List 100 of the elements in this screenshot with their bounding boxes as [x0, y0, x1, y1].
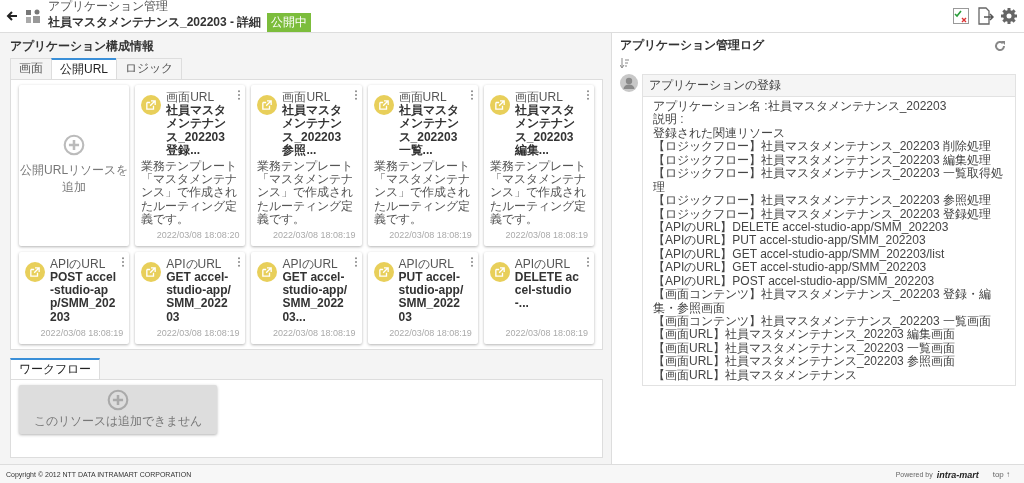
log-line: 説明 : [653, 113, 685, 127]
add-icon [107, 388, 129, 411]
resource-type: APIのURL [166, 257, 223, 272]
export-document-icon[interactable] [976, 7, 994, 25]
log-line: 【ロジックフロー】社員マスタメンテナンス_202203 削除処理 [653, 140, 993, 154]
add-label: 公開URLリソースを追加 [19, 162, 130, 197]
log-title: アプリケーション管理ログ [620, 37, 764, 54]
top-link[interactable]: top ↑ [992, 470, 1010, 479]
log-heading: アプリケーションの登録 [643, 75, 1015, 97]
resource-card[interactable]: APIのURL PUT accel-studio-app/SMM_202203 2022/03/08 18:08:19 [367, 251, 478, 344]
resource-title: 社員マスタメンテナンス_202203 登録... [166, 104, 228, 157]
external-link-icon [257, 95, 278, 115]
page-title: 社員マスタメンテナンス_202203 - 詳細 [48, 15, 262, 30]
kebab-menu-icon[interactable] [353, 256, 358, 267]
logo: intra-mart [936, 469, 979, 480]
kebab-menu-icon[interactable] [237, 90, 242, 100]
resource-date: 2022/03/08 18:08:19 [389, 326, 472, 338]
resource-description: 業務テンプレート「マスタメンテナンス」で作成されたルーティング定義です。 [257, 159, 355, 226]
kebab-menu-icon[interactable] [353, 90, 358, 100]
log-line: 【ロジックフロー】社員マスタメンテナンス_202203 一覧取得処理 [653, 167, 1005, 194]
external-link-icon [489, 261, 510, 282]
log-line: 【APIのURL】GET accel-studio-app/SMM_202203 [653, 261, 927, 275]
resource-date: 2022/03/08 18:08:19 [40, 326, 124, 338]
log-line: 【APIのURL】DELETE accel-studio-app/SMM_202203 [653, 220, 950, 234]
resource-type: 画面URL [398, 91, 448, 104]
check-sheet-icon[interactable] [952, 7, 970, 25]
add-resource-card[interactable]: 公開URLリソースを追加 [19, 85, 130, 246]
resource-title: 社員マスタメンテナンス_202203 編集... [514, 104, 576, 157]
resource-card[interactable]: 画面URL 社員マスタメンテナンス_202203 参照... 業務テンプレート「マスタメンテナンス」で作成されたルーティング定義です。 2022/03/08 18:08:19 [251, 85, 362, 246]
resource-date: 2022/03/08 18:08:19 [505, 326, 588, 338]
resource-type: APIのURL [50, 257, 107, 272]
status-badge: 公開中 [267, 13, 312, 33]
resource-type: 画面URL [166, 91, 216, 104]
resource-card[interactable]: 画面URL 社員マスタメンテナンス_202203 登録... 業務テンプレート「マスタメンテナンス」で作成されたルーティング定義です。 2022/03/08 18:08:20 [135, 85, 246, 246]
log-line: 【画面コンテンツ】社員マスタメンテナンス_202203 登録・編集・参照画面 [653, 288, 993, 315]
external-link-icon [373, 95, 394, 115]
resource-title: POST accel-studio-app/SMM_202203 [50, 271, 118, 324]
resource-type: 画面URL [514, 91, 564, 104]
resource-date: 2022/03/08 18:08:19 [273, 326, 356, 338]
external-link-icon [373, 261, 394, 282]
log-line: 【画面URL】社員マスタメンテナンス_202203 参照画面 [653, 355, 957, 369]
add-label: このリソースは追加できません [34, 412, 202, 430]
log-line: 【画面URL】社員マスタメンテナンス_202203 一覧画面 [653, 341, 957, 355]
tab[interactable]: 画面 [10, 58, 52, 79]
avatar-icon [620, 74, 638, 92]
resource-card[interactable]: APIのURL GET accel-studio-app/SMM_202203... 2022/03/08 18:08:19 [251, 251, 362, 344]
resource-date: 2022/03/08 18:08:19 [156, 326, 240, 338]
resource-card[interactable]: 画面URL 社員マスタメンテナンス_202203 一覧... 業務テンプレート「マスタメンテナンス」で作成されたルーティング定義です。 2022/03/08 18:08:19 [367, 85, 478, 246]
external-link-icon [141, 95, 162, 115]
resource-card[interactable]: APIのURL GET accel-studio-app/SMM_202203 2022/03/08 18:08:19 [135, 251, 246, 344]
kebab-menu-icon[interactable] [237, 256, 242, 267]
kebab-menu-icon[interactable] [121, 256, 126, 267]
resource-title: GET accel-studio-app/SMM_202203... [282, 271, 349, 324]
resource-date: 2022/03/08 18:08:19 [505, 228, 588, 240]
log-line: 【画面コンテンツ】社員マスタメンテナンス_202203 一覧画面 [653, 315, 993, 329]
tab[interactable]: ロジック [116, 58, 182, 79]
log-line: 【APIのURL】POST accel-studio-app/SMM_202203 [653, 274, 936, 289]
resource-card[interactable]: 画面URL 社員マスタメンテナンス_202203 編集... 業務テンプレート「マスタメンテナンス」で作成されたルーティング定義です。 2022/03/08 18:08:19 [483, 85, 594, 246]
external-link-icon [257, 261, 278, 282]
external-link-icon [25, 261, 45, 282]
external-link-icon [489, 95, 510, 115]
section-title: アプリケーション構成情報 [10, 38, 155, 55]
resource-type: APIのURL [398, 257, 455, 272]
add-icon [63, 134, 86, 157]
tab[interactable]: 公開URL [51, 58, 117, 79]
resource-card[interactable]: APIのURL POST accel-studio-app/SMM_202203 2022/03/08 18:08:19 [19, 251, 130, 344]
resource-type: APIのURL [514, 257, 572, 272]
log-line: 登録された関連リソース [653, 126, 786, 140]
log-line: 【APIのURL】PUT accel-studio-app/SMM_202203 [653, 234, 926, 248]
log-line: 【ロジックフロー】社員マスタメンテナンス_202203 編集処理 [653, 153, 993, 167]
resource-description: 業務テンプレート「マスタメンテナンス」で作成されたルーティング定義です。 [373, 159, 471, 226]
log-line: 【APIのURL】GET accel-studio-app/SMM_202203/list [653, 247, 946, 261]
resource-date: 2022/03/08 18:08:19 [273, 228, 356, 240]
resource-description: 業務テンプレート「マスタメンテナンス」で作成されたルーティング定義です。 [141, 159, 239, 226]
log-line: 【ロジックフロー】社員マスタメンテナンス_202203 参照処理 [653, 194, 993, 208]
external-link-icon [141, 261, 162, 282]
resource-title: DELETE accel-studio-... [514, 271, 580, 311]
resource-title: 社員マスタメンテナンス_202203 参照... [282, 104, 344, 157]
resource-card[interactable]: APIのURL DELETE accel-studio-... 2022/03/08 18:08:19 [483, 251, 594, 344]
log-line: 【画面URL】社員マスタメンテナンス [653, 368, 857, 383]
resource-date: 2022/03/08 18:08:20 [156, 228, 240, 240]
tab[interactable]: ワークフロー [10, 357, 100, 379]
log-line: 【画面URL】社員マスタメンテナンス_202203 編集画面 [653, 328, 957, 342]
resource-date: 2022/03/08 18:08:19 [389, 228, 472, 240]
resource-type: 画面URL [282, 91, 332, 104]
resource-description: 業務テンプレート「マスタメンテナンス」で作成されたルーティング定義です。 [489, 159, 587, 226]
kebab-menu-icon[interactable] [586, 90, 590, 100]
refresh-icon[interactable] [994, 39, 1006, 52]
kebab-menu-icon[interactable] [586, 256, 590, 267]
app-blocks-icon [24, 7, 42, 25]
resource-type: APIのURL [282, 257, 339, 272]
sort-icon[interactable] [620, 58, 630, 68]
breadcrumb: アプリケーション管理 [48, 0, 169, 14]
settings-icon[interactable] [1000, 7, 1018, 25]
kebab-menu-icon[interactable] [469, 90, 474, 100]
kebab-menu-icon[interactable] [469, 256, 474, 267]
resource-title: 社員マスタメンテナンス_202203 一覧... [398, 104, 460, 157]
log-line: アプリケーション名 :社員マスタメンテナンス_202203 [653, 100, 948, 113]
log-line: 【ロジックフロー】社員マスタメンテナンス_202203 登録処理 [653, 207, 993, 221]
resource-title: GET accel-studio-app/SMM_202203 [166, 271, 232, 324]
